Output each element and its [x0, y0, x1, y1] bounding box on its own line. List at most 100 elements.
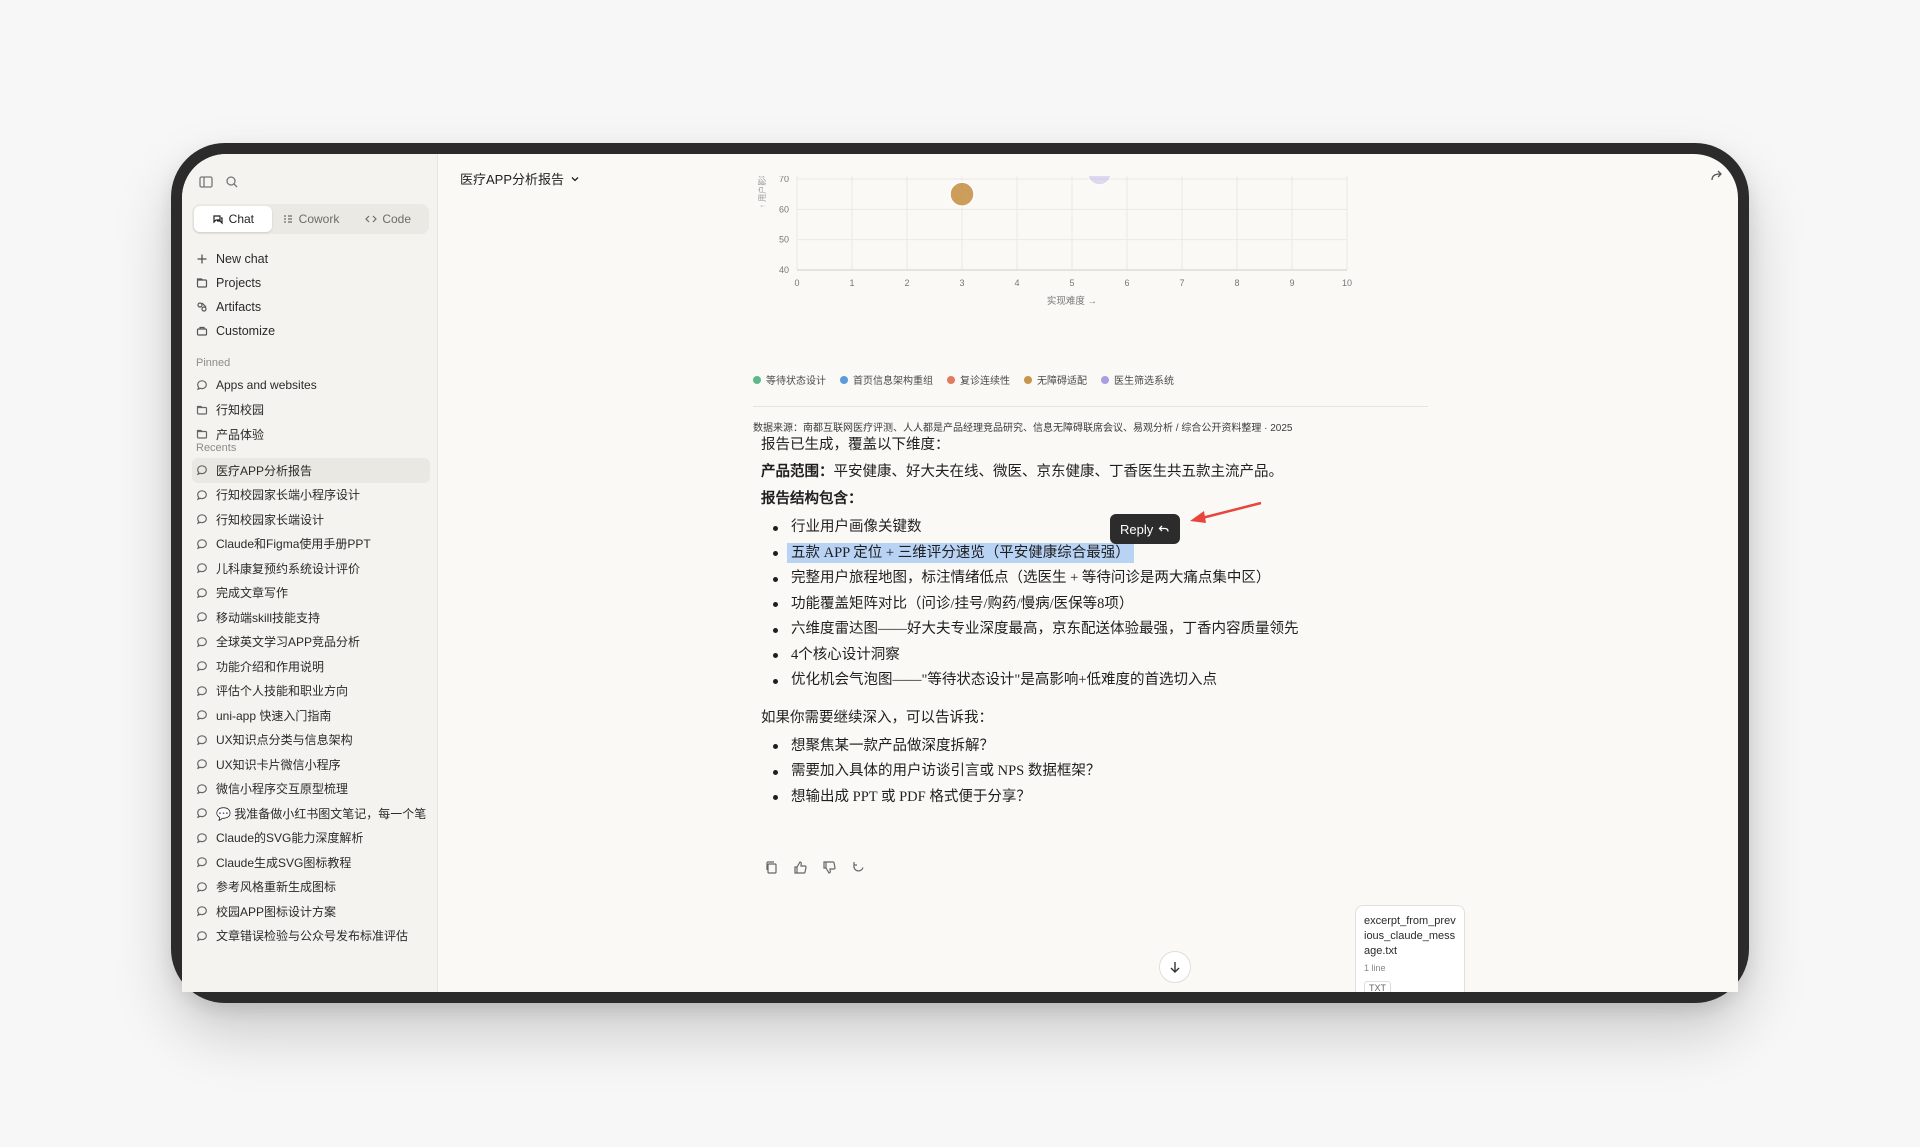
customize-icon — [196, 326, 208, 336]
chat-icon — [213, 215, 223, 225]
tab-code[interactable]: Code — [349, 206, 427, 232]
recent-chat-item[interactable]: UX知识点分类与信息架构 — [192, 728, 430, 753]
followup-item-text: 想输出成 PPT 或 PDF 格式便于分享？ — [791, 788, 1031, 805]
recent-chat-item[interactable]: Claude和Figma使用手册PPT — [192, 532, 430, 557]
reply-button[interactable]: Reply — [1110, 514, 1181, 544]
followup-item-text: 想聚焦某一款产品做深度拆解？ — [791, 737, 994, 754]
structure-item: 4个核心设计洞察 — [761, 643, 1441, 669]
search-icon[interactable] — [224, 174, 240, 190]
recent-chat-item[interactable]: 移动端skill技能支持 — [192, 605, 430, 630]
chat-bubble-icon — [196, 587, 207, 598]
conversation-title[interactable]: 医疗APP分析报告 — [460, 169, 580, 188]
recent-chat-item[interactable]: uni-app 快速入门指南 — [192, 703, 430, 728]
chart-legend: 等待状态设计 首页信息架构重组 复诊连续性 无障碍适配 医生筛选系统 — [753, 372, 1174, 387]
recent-chat-item[interactable]: 完成文章写作 — [192, 581, 430, 606]
bubble-point — [1087, 176, 1112, 186]
recent-chat-item[interactable]: 💬 我准备做小红书图文笔记，每一个笔 — [192, 801, 430, 826]
recent-chat-item[interactable]: 医疗APP分析报告 — [192, 458, 430, 483]
chat-bubble-icon — [196, 783, 207, 794]
pinned-item[interactable]: 行知校园 — [192, 398, 430, 423]
y-axis-label: ↑ 用户影响 — [757, 176, 767, 208]
thumbs-up-icon[interactable] — [793, 860, 808, 875]
structure-heading: 报告结构包含： — [761, 491, 863, 507]
source-note: 数据来源：南都互联网医疗评测、人人都是产品经理竞品研究、信息无障碍联席会议、易观… — [753, 423, 1293, 434]
pinned-list: Apps and websites 行知校园产品体验 — [192, 373, 430, 447]
chat-bubble-icon — [196, 710, 207, 721]
pinned-item-label: Apps and websites — [216, 378, 317, 393]
recent-chat-label: 移动端skill技能支持 — [216, 610, 320, 625]
structure-item: 完整用户旅程地图，标注情绪低点（选医生 + 等待问诊是两大痛点集中区） — [761, 566, 1441, 592]
structure-item: 五款 APP 定位 + 三维评分速览（平安健康综合最强） — [761, 541, 1441, 567]
tab-chat[interactable]: Chat — [194, 206, 272, 232]
followup-text: 如果你需要继续深入，可以告诉我： — [761, 709, 993, 726]
legend-item: 等待状态设计 — [753, 372, 826, 387]
copy-icon[interactable] — [764, 860, 779, 875]
recent-chat-label: Claude生成SVG图标教程 — [216, 855, 352, 870]
new-chat-button[interactable]: New chat — [194, 247, 428, 271]
recents-list: 医疗APP分析报告行知校园家长端小程序设计 行知校园家长端设计 Claude和Fig… — [192, 458, 430, 948]
recent-chat-item[interactable]: 参考风格重新生成图标 — [192, 875, 430, 900]
x-tick-label: 2 — [904, 278, 909, 288]
x-tick-label: 10 — [1342, 278, 1352, 288]
customize-link[interactable]: Customize — [194, 319, 428, 343]
recent-chat-label: 💬 我准备做小红书图文笔记，每一个笔 — [216, 806, 427, 821]
chat-bubble-icon — [196, 636, 207, 647]
legend-label: 医生筛选系统 — [1114, 376, 1174, 387]
structure-item: 六维度雷达图——好大夫专业深度最高，京东配送体验最强，丁香内容质量领先 — [761, 617, 1441, 643]
recent-chat-item[interactable]: 校园APP图标设计方案 — [192, 899, 430, 924]
message-actions — [764, 860, 866, 875]
pinned-item-label: 行知校园 — [216, 403, 265, 418]
chat-bubble-icon — [196, 563, 207, 574]
recent-chat-item[interactable]: 全球英文学习APP竞品分析 — [192, 630, 430, 655]
recent-chat-label: UX知识点分类与信息架构 — [216, 733, 353, 748]
recent-chat-item[interactable]: 微信小程序交互原型梳理 — [192, 777, 430, 802]
x-axis-label: 实现难度 → — [1047, 295, 1097, 307]
scroll-down-button[interactable] — [1159, 951, 1191, 983]
folder-icon — [196, 430, 208, 439]
projects-link[interactable]: Projects — [194, 271, 428, 295]
x-tick-label: 1 — [849, 278, 854, 288]
chat-bubble-icon — [196, 906, 207, 917]
pinned-heading: Pinned — [196, 357, 231, 369]
recent-chat-item[interactable]: Claude生成SVG图标教程 — [192, 850, 430, 875]
chat-bubble-icon — [196, 881, 207, 892]
divider — [753, 406, 1428, 407]
recent-chat-item[interactable]: 评估个人技能和职业方向 — [192, 679, 430, 704]
recent-chat-label: 医疗APP分析报告 — [216, 463, 313, 478]
recent-chat-item[interactable]: Claude的SVG能力深度解析 — [192, 826, 430, 851]
recent-chat-item[interactable]: 文章错误检验与公众号发布标准评估 — [192, 924, 430, 949]
attachment-card[interactable]: excerpt_from_previous_claude_message.txt… — [1355, 905, 1465, 992]
share-icon[interactable] — [1710, 168, 1724, 182]
chat-bubble-icon — [196, 538, 207, 549]
sidebar-nav: New chat Projects Artifacts Customize — [194, 247, 428, 343]
recent-chat-item[interactable]: UX知识卡片微信小程序 — [192, 752, 430, 777]
artifacts-link[interactable]: Artifacts — [194, 295, 428, 319]
attachment-meta: 1 line — [1364, 963, 1386, 973]
legend-swatch — [1024, 375, 1032, 384]
recent-chat-item[interactable]: 行知校园家长端设计 — [192, 507, 430, 532]
pinned-item-label: 产品体验 — [216, 427, 265, 442]
x-tick-label: 3 — [959, 278, 964, 288]
x-tick-label: 8 — [1234, 278, 1239, 288]
tab-cowork[interactable]: Cowork — [272, 206, 350, 232]
thumbs-down-icon[interactable] — [822, 860, 837, 875]
retry-icon[interactable] — [851, 860, 866, 875]
legend-label: 首页信息架构重组 — [853, 376, 933, 387]
sidebar-toggle-icon[interactable] — [198, 174, 214, 190]
recent-chat-item[interactable]: 功能介绍和作用说明 — [192, 654, 430, 679]
legend-item: 复诊连续性 — [947, 372, 1010, 387]
recent-chat-label: 完成文章写作 — [216, 586, 289, 601]
x-tick-label: 0 — [794, 278, 799, 288]
recent-chat-item[interactable]: 行知校园家长端小程序设计 — [192, 483, 430, 508]
recent-chat-label: Claude和Figma使用手册PPT — [216, 537, 371, 552]
recent-chat-item[interactable]: 儿科康复预约系统设计评价 — [192, 556, 430, 581]
annotation-arrow-icon — [1190, 501, 1262, 523]
legend-label: 复诊连续性 — [960, 376, 1010, 387]
reply-icon — [1158, 525, 1169, 532]
chat-bubble-icon — [196, 685, 207, 696]
x-tick-label: 4 — [1014, 278, 1019, 288]
x-tick-label: 6 — [1124, 278, 1129, 288]
pinned-item[interactable]: Apps and websites — [192, 373, 430, 398]
y-tick-label: 60 — [779, 204, 789, 214]
recent-chat-label: 功能介绍和作用说明 — [216, 659, 325, 674]
